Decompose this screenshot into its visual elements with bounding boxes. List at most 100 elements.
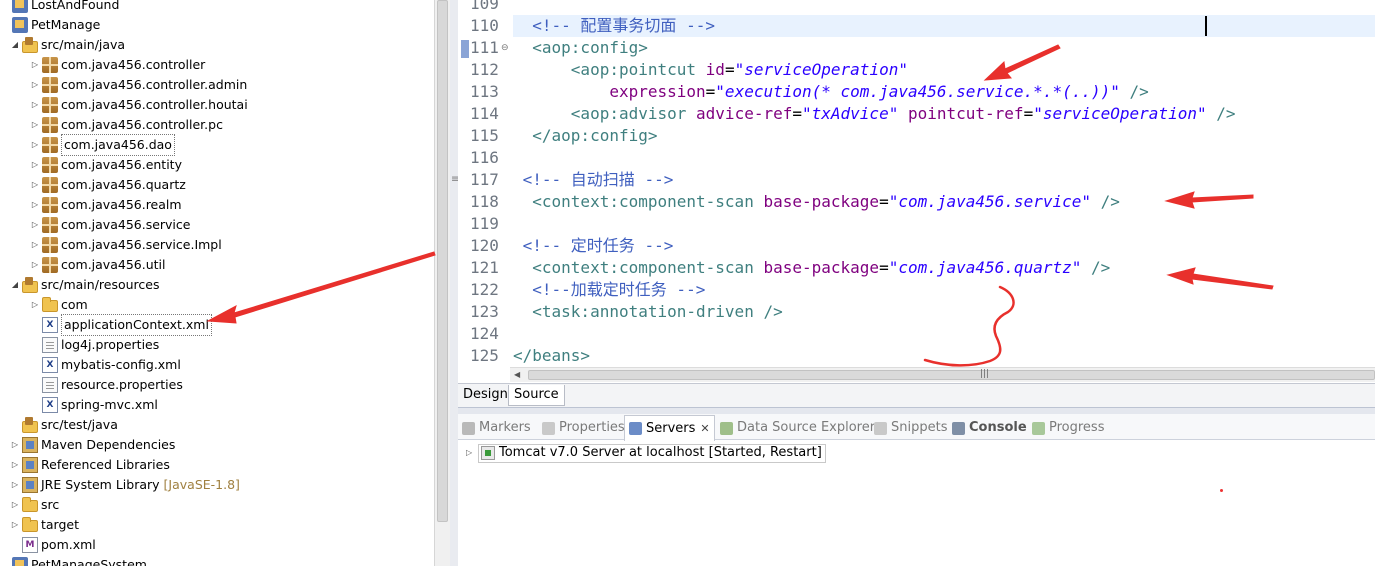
code-line[interactable]: <!-- 定时任务 --> [513, 235, 674, 257]
view-tab-label: Progress [1049, 420, 1105, 435]
no-twisty [10, 535, 20, 555]
tree-item[interactable]: XapplicationContext.xml [30, 314, 212, 336]
tab-design[interactable]: Design [458, 385, 513, 406]
tree-vertical-scrollbar[interactable] [434, 0, 450, 566]
collapsed-twisty-icon[interactable]: ▷ [10, 455, 20, 475]
code-line[interactable]: <!-- 自动扫描 --> [513, 169, 674, 191]
tree-item[interactable]: ◢ src/main/java [10, 35, 125, 55]
tree-item[interactable]: ▷ com.java456.util [30, 255, 165, 275]
collapsed-twisty-icon[interactable]: ▷ [30, 135, 40, 155]
view-tab[interactable]: Data Source Explorer [720, 417, 875, 439]
collapsed-twisty-icon[interactable]: ▷ [30, 55, 40, 75]
fold-collapse-icon[interactable]: ⊖ [501, 37, 509, 59]
collapsed-twisty-icon[interactable]: ▷ [30, 235, 40, 255]
view-tab[interactable]: Console [952, 417, 1027, 439]
tab-source[interactable]: Source [508, 385, 565, 406]
code-line[interactable]: </aop:config> [513, 125, 657, 147]
tree-item[interactable]: ▷ com.java456.realm [30, 195, 182, 215]
tree-item-label: spring-mvc.xml [61, 397, 158, 412]
code-line[interactable]: </beans> [513, 345, 590, 367]
collapsed-twisty-icon[interactable]: ▷ [30, 75, 40, 95]
code-line[interactable]: <aop:advisor advice-ref="txAdvice" point… [513, 103, 1236, 125]
collapsed-twisty-icon[interactable]: ▷ [10, 495, 20, 515]
tree-item[interactable]: ▷ JRE System Library [JavaSE-1.8] [10, 475, 240, 495]
collapsed-twisty-icon[interactable]: ▷ [30, 155, 40, 175]
tree-item-label: pom.xml [41, 537, 96, 552]
tree-item[interactable]: ▷ com.java456.service.Impl [30, 235, 222, 255]
view-tab[interactable]: Properties [542, 417, 625, 439]
tree-item[interactable]: Mpom.xml [10, 535, 96, 555]
tree-item[interactable]: ▷ src [10, 495, 59, 515]
collapsed-twisty-icon[interactable]: ▷ [30, 115, 40, 135]
tree-item[interactable]: ▷ com.java456.controller [30, 55, 205, 75]
collapsed-twisty-icon[interactable]: ▷ [30, 215, 40, 235]
server-expand-twisty[interactable]: ▷ [466, 444, 478, 462]
collapsed-twisty-icon[interactable]: ▷ [30, 95, 40, 115]
line-number: 117 [470, 170, 499, 189]
tree-item[interactable]: ◢ src/main/resources [10, 275, 159, 295]
tree-item[interactable]: ▷ target [10, 515, 79, 535]
package-icon [42, 157, 58, 173]
tree-item[interactable]: ▷ com.java456.controller.pc [30, 115, 223, 135]
expanded-twisty-icon[interactable]: ◢ [10, 35, 20, 55]
tree-item[interactable]: LostAndFound [0, 0, 119, 15]
code-line[interactable]: <!--加载定时任务 --> [513, 279, 705, 301]
tree-item[interactable]: ▷ com.java456.entity [30, 155, 182, 175]
server-tree-item[interactable]: ▷ Tomcat v7.0 Server at localhost [Start… [466, 443, 826, 463]
collapsed-twisty-icon[interactable]: ▷ [10, 475, 20, 495]
code-line[interactable]: <aop:pointcut id="serviceOperation" [513, 59, 908, 81]
collapsed-twisty-icon[interactable]: ▷ [10, 515, 20, 535]
tree-item[interactable]: ▷ Maven Dependencies [10, 435, 175, 455]
tree-item[interactable]: log4j.properties [30, 335, 159, 355]
view-tab[interactable]: Servers ✕ [624, 415, 715, 441]
view-tab[interactable]: Progress [1032, 417, 1104, 439]
tree-item[interactable]: ▷ com.java456.controller.admin [30, 75, 247, 95]
tree-item[interactable]: ▷ com.java456.quartz [30, 175, 186, 195]
code-line[interactable]: <context:component-scan base-package="co… [513, 257, 1110, 279]
view-tab[interactable]: Markers [462, 417, 531, 439]
tree-item-label: src/main/resources [41, 277, 160, 292]
collapsed-twisty-icon[interactable]: ▷ [30, 295, 40, 315]
tree-item[interactable]: ▷ com.java456.controller.houtai [30, 95, 248, 115]
view-tab[interactable]: Snippets [874, 417, 947, 439]
tree-item-decoration: [JavaSE-1.8] [163, 477, 240, 492]
overview-marker-bar [458, 0, 470, 382]
expanded-twisty-icon[interactable]: ◢ [10, 275, 20, 295]
tree-item[interactable]: ▷ Referenced Libraries [10, 455, 170, 475]
scroll-left-icon[interactable]: ◀ [514, 368, 520, 382]
collapsed-twisty-icon[interactable]: ▷ [30, 195, 40, 215]
package-icon [42, 217, 58, 233]
editor-horizontal-scrollbar[interactable]: ◀ [510, 367, 1375, 382]
tree-item-label: resource.properties [61, 377, 183, 392]
code-line[interactable]: <context:component-scan base-package="co… [513, 191, 1120, 213]
code-line[interactable]: expression="execution(* com.java456.serv… [513, 81, 1148, 103]
tree-item[interactable]: resource.properties [30, 375, 183, 395]
tree-item[interactable]: ▷ com [30, 295, 88, 315]
close-icon[interactable]: ✕ [700, 419, 709, 439]
source-folder-icon [22, 36, 38, 53]
view-splitter[interactable] [458, 407, 1375, 414]
tree-scrollbar-thumb[interactable] [437, 0, 448, 522]
tree-item[interactable]: src/test/java [10, 415, 118, 435]
tree-item[interactable]: ▷ com.java456.dao [30, 134, 175, 156]
tree-item[interactable]: PetManage [0, 15, 100, 35]
code-line[interactable]: <!-- 配置事务切面 --> [513, 15, 715, 37]
xml-file-icon: X [42, 357, 58, 373]
xml-file-icon: X [42, 397, 58, 413]
scrollbar-grip-icon: ||| [980, 369, 990, 379]
tree-item[interactable]: Xmybatis-config.xml [30, 355, 181, 375]
xml-source-editor[interactable]: 109 110 111 ⊖ 112 113 114 115 116 117 118 119 120 121… [458, 0, 1375, 382]
panel-sash[interactable]: ≡ [450, 0, 459, 566]
collapsed-twisty-icon[interactable]: ▷ [30, 255, 40, 275]
server-item-box[interactable]: Tomcat v7.0 Server at localhost [Started… [478, 443, 826, 463]
tree-item[interactable]: PetManageSystem [0, 555, 147, 566]
tree-item-label: applicationContext.xml [61, 314, 212, 336]
library-icon [22, 457, 38, 473]
code-line[interactable]: <task:annotation-driven /> [513, 301, 782, 323]
collapsed-twisty-icon[interactable]: ▷ [10, 435, 20, 455]
tree-item[interactable]: ▷ com.java456.service [30, 215, 190, 235]
tree-item[interactable]: Xspring-mvc.xml [30, 395, 158, 415]
editor-scrollbar-thumb[interactable] [528, 370, 1375, 380]
collapsed-twisty-icon[interactable]: ▷ [30, 175, 40, 195]
code-line[interactable]: <aop:config> [513, 37, 648, 59]
